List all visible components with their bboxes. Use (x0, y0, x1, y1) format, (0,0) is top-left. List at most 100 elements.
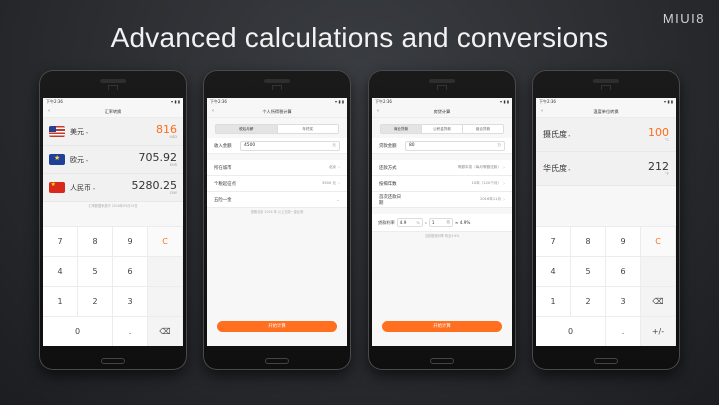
currency-row-usd[interactable]: 美元 ▾ 816 USD (43, 118, 183, 146)
back-icon[interactable]: ‹ (212, 105, 214, 118)
rate-input[interactable]: 4.9% (396, 218, 423, 227)
key-7[interactable]: 7 (536, 226, 571, 256)
key-9[interactable]: 9 (606, 226, 641, 256)
mi-logo-icon (437, 85, 447, 90)
key-7[interactable]: 7 (43, 226, 78, 256)
income-input[interactable]: 4500 元 (240, 140, 340, 151)
chevron-down-icon: ⌄ (335, 196, 340, 203)
tab-monthly[interactable]: 税后月薪 (216, 125, 278, 133)
key-4[interactable]: 4 (536, 256, 571, 286)
years-row[interactable]: 按揭年数 10年（120个月） › (372, 176, 512, 192)
row-label: 还款方式 (379, 165, 397, 171)
loan-input[interactable]: 80 万 (405, 140, 505, 151)
currency-value[interactable]: 705.92 (139, 152, 178, 163)
sign-toggle-key[interactable]: +/- (641, 316, 676, 346)
key-5[interactable]: 5 (571, 256, 606, 286)
backspace-icon[interactable]: ⌫ (148, 316, 183, 346)
key-dot[interactable]: . (606, 316, 641, 346)
dropdown-icon[interactable]: ▾ (86, 130, 88, 135)
rate-result: ≈ 4.9% (454, 220, 471, 225)
blank-key (641, 256, 676, 286)
key-1[interactable]: 1 (536, 286, 571, 316)
key-0[interactable]: 0 (43, 316, 113, 346)
key-4[interactable]: 4 (43, 256, 78, 286)
threshold-row[interactable]: 个税起征点 3500 元 › (207, 176, 347, 192)
row-value: 2016年11月 (480, 197, 501, 201)
dropdown-icon[interactable]: ▾ (567, 133, 570, 138)
currency-name: 欧元 (70, 155, 84, 164)
home-button (101, 358, 125, 364)
key-1[interactable]: 1 (43, 286, 78, 316)
tab-fund[interactable]: 公积金贷款 (422, 125, 463, 133)
key-5[interactable]: 5 (78, 256, 113, 286)
key-2[interactable]: 2 (571, 286, 606, 316)
us-flag-icon (49, 126, 65, 137)
calculate-button[interactable]: 开始计算 (217, 321, 337, 332)
phone-tax: 下午2:36 ▾ ▮ ▮ ‹ 个人所得税计算 税后月薪 年终奖 收入金额 4500 元… (203, 70, 351, 370)
back-icon[interactable]: ‹ (48, 105, 50, 118)
dropdown-icon[interactable]: ▾ (86, 158, 88, 163)
insurance-row[interactable]: 五险一金 ⌄ (207, 192, 347, 208)
multiplier-input[interactable]: 1倍 (428, 218, 453, 227)
celsius-row[interactable]: 摄氏度 ▾ 100 °C (536, 118, 676, 152)
key-8[interactable]: 8 (78, 226, 113, 256)
key-3[interactable]: 3 (113, 286, 148, 316)
dropdown-icon[interactable]: ▾ (567, 167, 570, 172)
key-8[interactable]: 8 (571, 226, 606, 256)
headline: Advanced calculations and conversions (110, 22, 609, 53)
dropdown-icon[interactable]: ▾ (93, 186, 95, 191)
city-row[interactable]: 所在城市 北京 › (207, 160, 347, 176)
status-time: 下午2:36 (375, 99, 392, 104)
calculate-button[interactable]: 开始计算 (382, 321, 502, 332)
multiplier-value: 1 (431, 220, 435, 225)
tab-commercial[interactable]: 商业贷款 (381, 125, 422, 133)
currency-value[interactable]: 816 (156, 124, 177, 135)
currency-row-cny[interactable]: 人民币▾ 5280.25CNY (43, 174, 183, 202)
signal-icon: ▾ ▮ ▮ (664, 99, 673, 104)
times-icon: x (424, 220, 427, 225)
backspace-icon[interactable]: ⌫ (641, 286, 676, 316)
key-6[interactable]: 6 (113, 256, 148, 286)
key-9[interactable]: 9 (113, 226, 148, 256)
currency-row-eur[interactable]: 欧元▾ 705.92EUR (43, 146, 183, 174)
row-label: 五险一金 (214, 197, 232, 203)
key-3[interactable]: 3 (606, 286, 641, 316)
back-icon[interactable]: ‹ (541, 105, 543, 118)
key-6[interactable]: 6 (606, 256, 641, 286)
status-time: 下午2:36 (539, 99, 556, 104)
tab-combined[interactable]: 组合贷款 (463, 125, 503, 133)
miui-logo: MIUI8 (662, 11, 705, 26)
back-icon[interactable]: ‹ (377, 105, 379, 118)
temperature-value[interactable]: 100 (648, 127, 669, 138)
currency-name: 人民币 (70, 183, 91, 192)
keypad: 7 8 9 C 4 5 6 1 2 3 ⌫ 0 . +/- (536, 226, 676, 346)
title-text: 个人所得税计算 (262, 109, 292, 114)
page-title: ‹ 房贷计算 (372, 105, 512, 118)
cn-flag-icon (49, 182, 65, 193)
multiplier-unit: 倍 (446, 220, 450, 224)
unit-label: 元 (332, 143, 336, 147)
page-title: ‹ 汇率转换 (43, 105, 183, 118)
rate-value: 4.9 (399, 220, 407, 225)
key-dot[interactable]: . (113, 316, 148, 346)
key-0[interactable]: 0 (536, 316, 606, 346)
chevron-right-icon: › (338, 180, 340, 187)
first-payment-row[interactable]: 首次还款日期 2016年11月 › (372, 192, 512, 208)
repay-method-row[interactable]: 还款方式 等额本息（每月等额还款） › (372, 160, 512, 176)
keypad: 7 8 9 C 4 5 6 1 2 3 0 . ⌫ (43, 226, 183, 346)
mi-logo-icon (272, 85, 282, 90)
clear-key[interactable]: C (148, 226, 183, 256)
temperature-value[interactable]: 212 (648, 161, 669, 172)
eu-flag-icon (49, 154, 65, 165)
income-label: 收入金额 (214, 143, 232, 149)
earpiece (100, 79, 126, 83)
currency-value[interactable]: 5280.25 (132, 180, 178, 191)
income-value: 4500 (244, 143, 256, 148)
fahrenheit-row[interactable]: 华氏度 ▾ 212 °F (536, 152, 676, 186)
tab-bonus[interactable]: 年终奖 (277, 125, 338, 133)
signal-icon: ▾ ▮ ▮ (335, 99, 344, 104)
key-2[interactable]: 2 (78, 286, 113, 316)
clear-key[interactable]: C (641, 226, 676, 256)
title-text: 汇率转换 (104, 109, 122, 114)
loan-label: 贷款金额 (379, 143, 397, 149)
